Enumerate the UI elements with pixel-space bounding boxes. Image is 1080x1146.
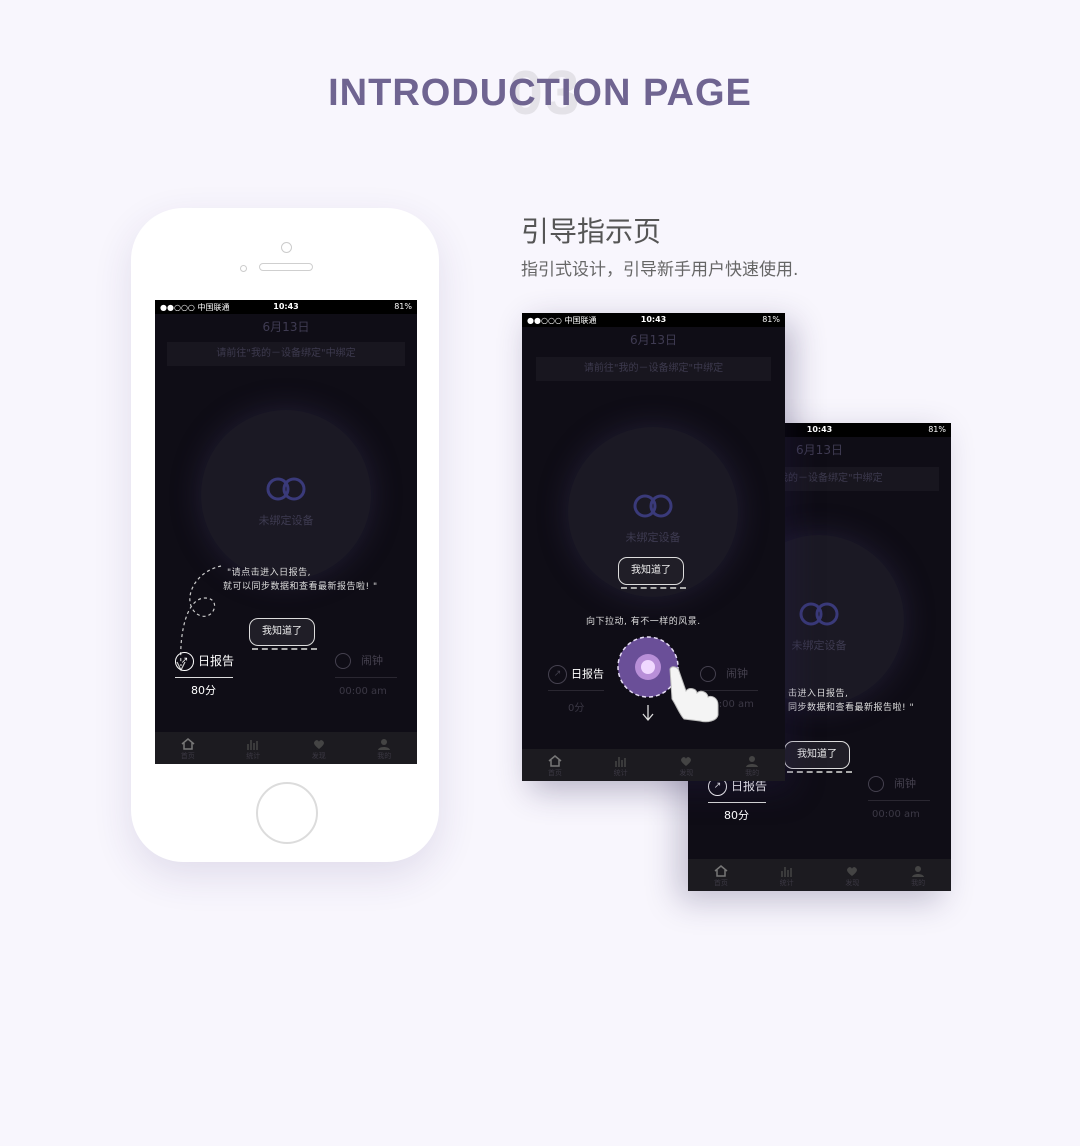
tab-label: 我的: [745, 769, 760, 777]
report-score: 80分: [724, 809, 749, 822]
tab-bar: 首页 统计 发现 我的: [688, 859, 951, 891]
tab-label: 发现: [311, 752, 326, 760]
tab-user[interactable]: 我的: [352, 732, 418, 764]
tab-label: 统计: [779, 879, 794, 887]
report-underline: [708, 802, 766, 803]
tab-discover[interactable]: 发现: [654, 749, 720, 781]
camera-icon: [281, 242, 292, 253]
alarm-entry[interactable]: 闹钟: [868, 775, 916, 792]
bind-banner[interactable]: 我的－设备绑定"中绑定: [778, 467, 939, 491]
tab-label: 发现: [679, 769, 694, 777]
got-it-button[interactable]: 我知道了: [249, 618, 317, 650]
tab-label: 首页: [547, 769, 562, 777]
daily-report-entry[interactable]: ↗ 日报告: [548, 665, 604, 684]
discover-icon: [313, 740, 324, 749]
report-underline: [175, 677, 233, 678]
alarm-divider: [868, 800, 930, 801]
tab-home[interactable]: 首页: [688, 859, 754, 891]
status-bar: ●●○○○ 中国联通 10:43 81%: [155, 300, 417, 314]
tab-bar: 首页 统计 发现 我的: [155, 732, 417, 764]
unbound-label: 未绑定设备: [625, 531, 681, 544]
tab-stats[interactable]: 统计: [588, 749, 654, 781]
home-icon: [548, 755, 562, 767]
hint-pull: 向下拉动, 有不一样的风景.: [586, 617, 701, 627]
alarm-entry[interactable]: 闹钟: [335, 652, 383, 669]
report-score: 0分: [568, 703, 585, 714]
report-score: 80分: [191, 684, 216, 697]
battery-label: 81%: [928, 425, 946, 434]
stats-icon: [780, 867, 792, 877]
stats-icon: [614, 757, 626, 767]
status-time: 10:43: [273, 302, 299, 311]
home-icon: [714, 865, 728, 877]
tab-label: 我的: [377, 752, 392, 760]
report-label: 日报告: [198, 654, 235, 668]
hint-line-1: "请点击进入日报告,: [227, 568, 312, 578]
bind-banner[interactable]: 请前往"我的－设备绑定"中绑定: [536, 357, 771, 381]
hint-line-2: 同步数据和查看最新报告啦! ": [788, 703, 915, 713]
discover-icon: [847, 867, 858, 876]
status-bar: ●●○○○ 中国联通 10:43 81%: [522, 313, 785, 327]
report-icon: ↗: [548, 665, 567, 684]
tab-bar: 首页 统计 发现 我的: [522, 749, 785, 781]
clock-icon: [335, 653, 351, 669]
discover-icon: [681, 757, 692, 766]
user-icon: [746, 756, 759, 767]
tab-discover[interactable]: 发现: [820, 859, 886, 891]
bind-banner[interactable]: 请前往"我的－设备绑定"中绑定: [167, 342, 405, 366]
status-time: 10:43: [640, 315, 667, 324]
daily-report-entry[interactable]: ↗ 日报告: [175, 652, 234, 671]
date-label: 6月13日: [630, 333, 677, 347]
hint-line-2: 就可以同步数据和查看最新报告啦! ": [223, 582, 378, 592]
date-label: 6月13日: [262, 320, 310, 334]
screen-pull-guide: ●●○○○ 中国联通 10:43 81% 6月13日 请前往"我的－设备绑定"中…: [522, 313, 785, 781]
tab-home[interactable]: 首页: [522, 749, 588, 781]
stats-icon: [247, 740, 258, 750]
speaker-grille: [259, 263, 313, 271]
tab-user[interactable]: 我的: [719, 749, 785, 781]
sensor-icon: [240, 265, 247, 272]
screen-report-guide: ●●○○○ 中国联通 10:43 81% 6月13日 请前往"我的－设备绑定"中…: [155, 300, 417, 764]
got-it-button[interactable]: 我知道了: [618, 557, 686, 589]
tab-label: 我的: [911, 879, 926, 887]
section-title: 引导指示页: [521, 215, 662, 248]
tab-label: 首页: [713, 879, 728, 887]
report-icon: ↗: [175, 652, 194, 671]
report-label: 日报告: [571, 667, 604, 681]
tab-stats[interactable]: 统计: [754, 859, 820, 891]
user-icon: [378, 739, 391, 750]
home-icon: [181, 738, 195, 750]
link-rings-icon: [633, 494, 673, 518]
battery-label: 81%: [394, 302, 412, 311]
alarm-divider: [335, 677, 397, 678]
alarm-label: 闹钟: [894, 777, 916, 790]
battery-label: 81%: [762, 315, 780, 324]
link-rings-icon: [266, 477, 306, 501]
got-it-button[interactable]: 我知道了: [784, 741, 852, 773]
hint-line-1: 击进入日报告,: [788, 689, 849, 699]
tab-label: 统计: [246, 752, 261, 760]
tab-label: 发现: [845, 879, 860, 887]
report-label: 日报告: [731, 779, 768, 793]
section-subtitle: 指引式设计，引导新手用户快速使用.: [521, 260, 799, 280]
tab-discover[interactable]: 发现: [286, 732, 352, 764]
link-rings-icon: [799, 602, 839, 626]
tab-label: 首页: [180, 752, 195, 760]
tab-home[interactable]: 首页: [155, 732, 221, 764]
tab-user[interactable]: 我的: [885, 859, 951, 891]
unbound-label: 未绑定设备: [258, 514, 314, 527]
alarm-time: 00:00 am: [339, 686, 387, 697]
home-button: [256, 782, 318, 844]
user-icon: [912, 866, 925, 877]
alarm-label: 闹钟: [361, 654, 383, 667]
report-underline: [548, 690, 604, 691]
tab-stats[interactable]: 统计: [221, 732, 287, 764]
device-circle[interactable]: 未绑定设备: [201, 410, 371, 580]
alarm-time: 00:00 am: [872, 809, 920, 820]
page-title: INTRODUCTION PAGE: [328, 72, 752, 114]
tab-label: 统计: [613, 769, 628, 777]
hand-pointer-icon: [669, 666, 719, 723]
clock-icon: [868, 776, 884, 792]
